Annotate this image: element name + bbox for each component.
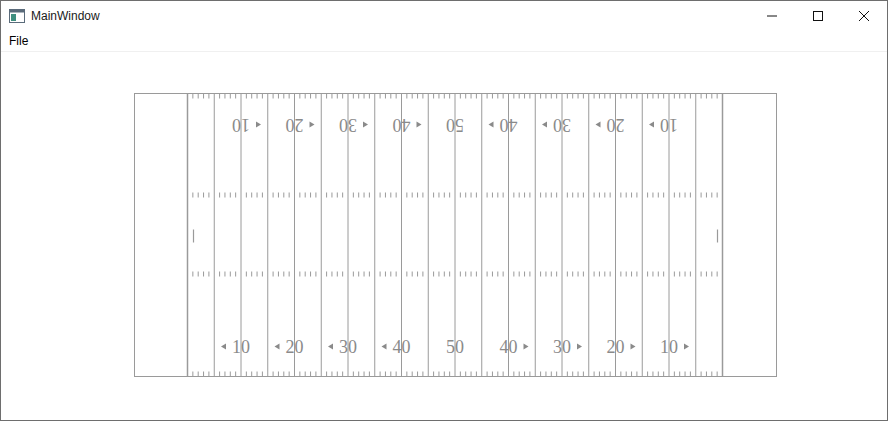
- menu-bar: File: [1, 31, 887, 52]
- direction-arrow-icon: [684, 344, 689, 350]
- yard-number: 30: [339, 115, 368, 135]
- yard-number: 20: [274, 337, 303, 357]
- yard-number: 30: [553, 337, 582, 357]
- svg-text:50: 50: [446, 115, 464, 135]
- direction-arrow-icon: [328, 344, 333, 350]
- svg-text:10: 10: [232, 115, 250, 135]
- yard-number: 10: [232, 115, 261, 135]
- svg-text:10: 10: [660, 337, 678, 357]
- svg-text:30: 30: [553, 337, 571, 357]
- direction-arrow-icon: [309, 122, 314, 128]
- yard-number: 40: [499, 337, 528, 357]
- canvas: 10 20 30 40 50 40 30 20 10 10 20 30 40 50 40 30 20 10: [1, 52, 887, 420]
- direction-arrow-icon: [595, 122, 600, 128]
- menu-item[interactable]: File: [1, 33, 36, 49]
- yard-number: 30: [542, 115, 571, 135]
- title-bar: MainWindow: [1, 1, 887, 31]
- direction-arrow-icon: [488, 122, 493, 128]
- yard-number: 30: [328, 337, 357, 357]
- yard-number-row: 10 20 30 40 50 40 30 20 10: [221, 337, 689, 357]
- yard-number: 20: [606, 337, 635, 357]
- yard-number-row: 10 20 30 40 50 40 30 20 10: [232, 115, 678, 135]
- main-window: MainWindow File 10 20 30 40 50 40 30 20 10 10 20 30 40…: [0, 0, 888, 421]
- direction-arrow-icon: [416, 122, 421, 128]
- svg-text:20: 20: [606, 115, 624, 135]
- svg-text:40: 40: [499, 337, 517, 357]
- maximize-icon: [813, 11, 823, 21]
- minimize-button[interactable]: [749, 1, 795, 31]
- svg-text:20: 20: [285, 115, 303, 135]
- direction-arrow-icon: [221, 344, 226, 350]
- yard-number: 20: [285, 115, 314, 135]
- svg-text:30: 30: [553, 115, 571, 135]
- yard-number: 10: [649, 115, 678, 135]
- svg-text:30: 30: [339, 115, 357, 135]
- yard-number: 40: [381, 337, 410, 357]
- yard-number: 20: [595, 115, 624, 135]
- svg-text:10: 10: [660, 115, 678, 135]
- yard-number: 40: [488, 115, 517, 135]
- svg-text:10: 10: [232, 337, 250, 357]
- direction-arrow-icon: [577, 344, 582, 350]
- svg-text:50: 50: [446, 337, 464, 357]
- direction-arrow-icon: [542, 122, 547, 128]
- minimize-icon: [767, 11, 777, 21]
- close-icon: [859, 11, 869, 21]
- svg-text:40: 40: [392, 115, 410, 135]
- direction-arrow-icon: [363, 122, 368, 128]
- yard-number: 10: [660, 337, 689, 357]
- yard-number: 40: [392, 115, 421, 135]
- direction-arrow-icon: [649, 122, 654, 128]
- direction-arrow-icon: [256, 122, 261, 128]
- yard-number: 10: [221, 337, 250, 357]
- svg-text:40: 40: [392, 337, 410, 357]
- yard-number: 50: [446, 337, 464, 357]
- window-title: MainWindow: [31, 7, 100, 25]
- close-button[interactable]: [841, 1, 887, 31]
- svg-text:20: 20: [285, 337, 303, 357]
- direction-arrow-icon: [523, 344, 528, 350]
- svg-text:40: 40: [499, 115, 517, 135]
- app-icon: [9, 8, 25, 24]
- maximize-button[interactable]: [795, 1, 841, 31]
- direction-arrow-icon: [630, 344, 635, 350]
- football-field: 10 20 30 40 50 40 30 20 10 10 20 30 40 50 40 30 20 10: [134, 93, 777, 377]
- svg-text:20: 20: [606, 337, 624, 357]
- svg-text:30: 30: [339, 337, 357, 357]
- direction-arrow-icon: [274, 344, 279, 350]
- yard-number: 50: [446, 115, 464, 135]
- direction-arrow-icon: [381, 344, 386, 350]
